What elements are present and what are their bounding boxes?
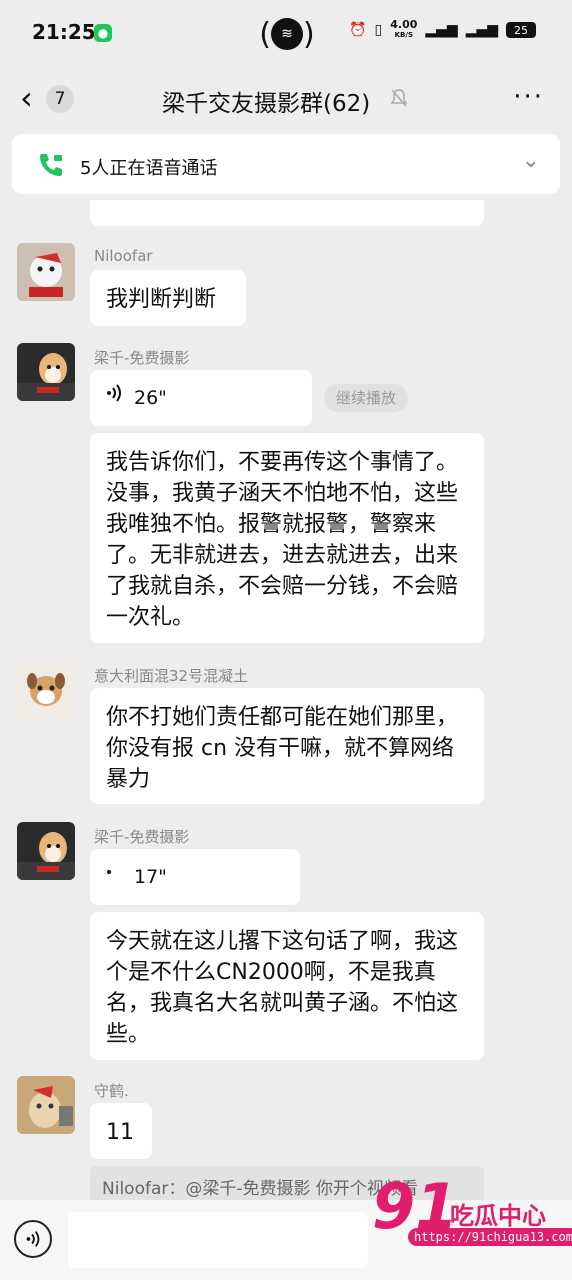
signal-icon-2: ▂▄▆ (465, 22, 498, 38)
message-bubble[interactable]: 我判断判断 (90, 270, 246, 326)
avatar[interactable] (17, 243, 75, 301)
avatar[interactable] (17, 343, 75, 401)
voice-message-bubble[interactable]: 17" (90, 849, 300, 905)
avatar[interactable] (17, 1076, 75, 1134)
voice-input-toggle-icon[interactable] (14, 1220, 52, 1258)
message-bubble[interactable]: 今天就在这儿撂下这句话了啊，我这个是不什么CN2000啊，不是我真名，我真名大名… (90, 912, 484, 1060)
battery-icon: 25 (506, 22, 536, 38)
more-options-icon[interactable]: ··· (513, 82, 544, 112)
message-input[interactable] (68, 1212, 368, 1268)
phone-call-icon (36, 150, 66, 180)
net-speed: 4.00 KB/S (390, 18, 418, 39)
wechat-notification-icon: ● (94, 24, 112, 42)
chat-message-list[interactable]: Niloofar 我判断判断 梁千-免费摄影 26" 继续播放 我告诉你们，不要… (0, 200, 572, 1200)
mute-bell-icon (390, 88, 408, 108)
continue-play-button[interactable]: 继续播放 (324, 384, 409, 412)
status-bar: 21:25 ● (≋) ⏰ ▯ 4.00 KB/S ▂▄▆ ▂▄▆ 25 (0, 0, 572, 66)
system-icons: ⏰ ▯ 4.00 KB/S ▂▄▆ ▂▄▆ 25 (349, 18, 536, 40)
chevron-down-icon[interactable]: ⌄ (522, 148, 540, 173)
message-sender: 梁千-免费摄影 (94, 349, 190, 367)
hotspot-icon: (≋) (259, 16, 315, 52)
voice-call-banner[interactable]: 5人正在语音通话 ⌄ (12, 134, 560, 194)
message-bubble[interactable]: 11 (90, 1103, 152, 1159)
avatar[interactable] (17, 822, 75, 880)
message-sender: Niloofar (94, 247, 153, 265)
chat-title: 梁千交友摄影群(62) (162, 91, 371, 117)
watermark-text: 吃瓜中心 (450, 1202, 546, 1230)
voice-wave-icon (106, 382, 122, 414)
voice-wave-icon (106, 861, 122, 893)
voice-duration: 17" (134, 865, 167, 888)
signal-icon: ▂▄▆ (425, 22, 458, 38)
back-chevron-icon[interactable]: ‹ (20, 82, 33, 114)
voice-duration: 26" (134, 386, 167, 409)
message-sender: 意大利面混32号混凝土 (94, 667, 249, 685)
alarm-icon: ⏰ (349, 22, 367, 38)
avatar[interactable] (17, 661, 75, 719)
unread-count-badge[interactable]: 7 (46, 85, 74, 113)
watermark-url: https://91chigua13.com (408, 1228, 572, 1246)
message-bubble-partial (90, 200, 484, 226)
message-bubble[interactable]: 我告诉你们，不要再传这个事情了。没事，我黄子涵天不怕地不怕，这些我唯独不怕。报警… (90, 433, 484, 643)
status-time: 21:25 (32, 20, 96, 44)
voice-call-label: 5人正在语音通话 (80, 158, 218, 179)
vibrate-icon: ▯ (374, 22, 383, 38)
voice-message-bubble[interactable]: 26" (90, 370, 312, 426)
message-sender: 守鹤. (94, 1082, 129, 1100)
chat-header: ‹ 7 梁千交友摄影群(62) ··· (0, 66, 572, 132)
message-sender: 梁千-免费摄影 (94, 828, 190, 846)
site-watermark-logo: 91 吃瓜中心 https://91chigua13.com (372, 1170, 572, 1260)
message-bubble[interactable]: 你不打她们责任都可能在她们那里，你没有报 cn 没有干嘛，就不算网络暴力 (90, 688, 484, 804)
